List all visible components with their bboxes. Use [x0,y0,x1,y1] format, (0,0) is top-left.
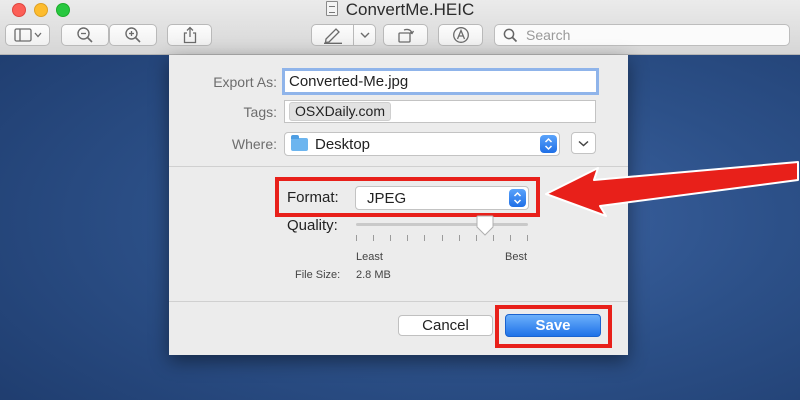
quality-slider-ticks [356,235,528,241]
annotation-arrow-icon [545,161,799,217]
quality-slider-tick [424,235,425,241]
search-input[interactable] [524,26,778,44]
format-label: Format: [287,189,339,206]
footer-divider [169,301,628,302]
quality-slider-tick [459,235,460,241]
updown-chevron-icon [509,189,526,207]
format-popup[interactable]: JPEG [355,186,529,210]
zoom-out-icon [77,27,93,43]
window-title: ConvertMe.HEIC [0,0,800,21]
zoom-in-icon [125,27,141,43]
search-icon [503,28,518,42]
quality-slider-tick [510,235,511,241]
quality-slider-tick [407,235,408,241]
zoom-out-button[interactable] [61,24,109,46]
quality-slider-tick [373,235,374,241]
rotate-icon [397,28,414,43]
rotate-button[interactable] [383,24,428,46]
markup-dropdown-button[interactable] [353,24,376,46]
file-size-value: 2.8 MB [356,269,391,281]
file-size-label: File Size: [295,269,341,281]
tags-label: Tags: [243,104,277,120]
quality-min-label: Least [356,251,383,263]
export-as-label: Export As: [213,74,277,90]
quality-slider-tick [442,235,443,241]
quality-slider-track [356,223,528,226]
annotate-icon [452,27,469,43]
window-title-text: ConvertMe.HEIC [345,0,475,19]
where-label: Where: [231,136,277,152]
zoom-in-button[interactable] [109,24,157,46]
pen-icon [323,28,342,44]
search-field[interactable] [494,24,790,46]
save-button[interactable]: Save [505,314,601,337]
cancel-button-label: Cancel [422,317,469,334]
sidebar-toggle-button[interactable] [5,24,50,46]
export-as-field[interactable]: Converted-Me.jpg [282,68,599,95]
quality-slider-tick [527,235,528,241]
quality-slider-tick [356,235,357,241]
format-value: JPEG [367,189,407,207]
chevron-down-icon [578,140,589,147]
annotate-button[interactable] [438,24,483,46]
export-as-value: Converted-Me.jpg [289,73,409,90]
markup-button[interactable] [311,24,354,46]
quality-label: Quality: [287,217,338,234]
document-icon [325,1,338,16]
tags-field[interactable]: OSXDaily.com [284,100,596,123]
where-popup[interactable]: Desktop [284,132,560,156]
save-button-label: Save [535,317,571,334]
share-button[interactable] [167,24,212,46]
quality-slider-thumb[interactable] [475,215,495,237]
quality-slider-tick [390,235,391,241]
where-value: Desktop [315,135,371,153]
share-icon [183,26,196,44]
tag-token[interactable]: OSXDaily.com [289,102,391,121]
cancel-button[interactable]: Cancel [398,315,493,336]
sidebar-icon [13,28,41,42]
folder-icon [291,134,308,151]
chevron-down-icon [360,32,369,38]
window-toolbar: ConvertMe.HEIC [0,0,800,55]
quality-max-label: Best [505,251,528,263]
